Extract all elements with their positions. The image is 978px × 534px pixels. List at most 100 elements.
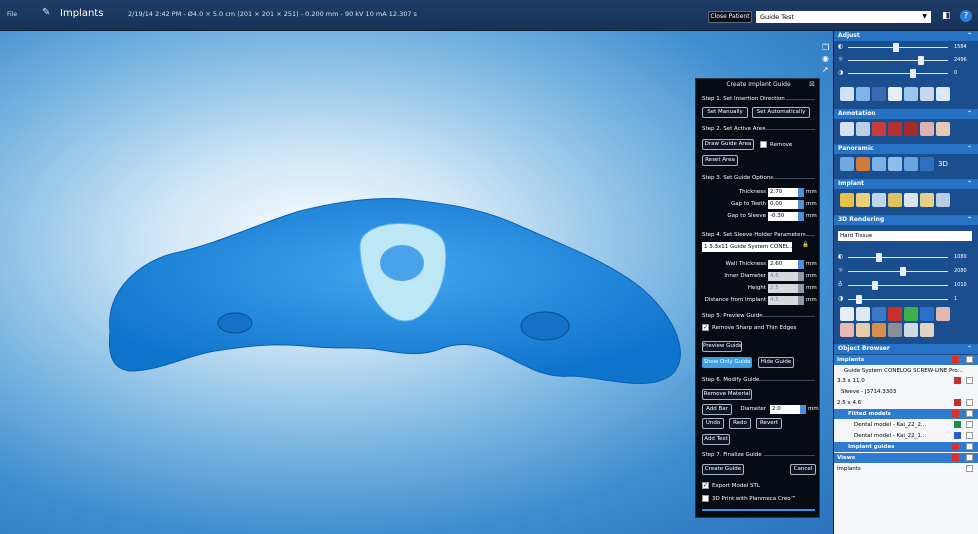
list-item[interactable]: 3.3 x 11.0 bbox=[834, 376, 978, 386]
height-spinner[interactable] bbox=[798, 284, 804, 293]
gap-to-teeth-input[interactable]: 0.00 bbox=[768, 200, 798, 209]
wall-thickness-input[interactable]: 2.60 bbox=[768, 260, 798, 269]
add-text-button[interactable]: Add Text bbox=[702, 434, 730, 445]
group-checkbox[interactable] bbox=[966, 356, 973, 363]
color-swatch[interactable] bbox=[954, 421, 961, 428]
measure-line-icon[interactable] bbox=[840, 122, 854, 136]
slider-knob[interactable] bbox=[893, 43, 899, 52]
curve-slice-icon[interactable] bbox=[904, 157, 918, 171]
item-checkbox[interactable] bbox=[966, 399, 973, 406]
slider-knob[interactable] bbox=[872, 281, 878, 290]
zoom-icon[interactable] bbox=[840, 87, 854, 101]
render-box-icon[interactable] bbox=[840, 323, 854, 337]
image-icon[interactable] bbox=[888, 87, 902, 101]
render-clip-icon[interactable] bbox=[872, 307, 886, 321]
close-icon[interactable]: ⊠ bbox=[809, 80, 815, 88]
slider-knob[interactable] bbox=[876, 253, 882, 262]
implant-item[interactable]: Guide System CONELOG SCREW-LINE Pro... bbox=[834, 366, 978, 376]
curve-edit-icon[interactable] bbox=[856, 157, 870, 171]
help-icon[interactable]: ? bbox=[960, 10, 972, 22]
inner-diameter-input[interactable]: 4.6 bbox=[768, 272, 798, 281]
delete-icon[interactable] bbox=[952, 454, 959, 461]
color-swatch[interactable] bbox=[954, 377, 961, 384]
3d-rendering-header[interactable]: 3D Rendering ⌃ bbox=[834, 215, 978, 225]
render-slider-2[interactable] bbox=[848, 267, 948, 276]
revert-button[interactable]: Revert bbox=[756, 418, 782, 429]
file-menu[interactable]: File bbox=[7, 11, 17, 18]
curve-offset-icon[interactable] bbox=[888, 157, 902, 171]
implant-align-icon[interactable] bbox=[856, 193, 870, 207]
print-3d-checkbox[interactable] bbox=[702, 495, 709, 502]
gap-to-sleeve-spinner[interactable] bbox=[798, 212, 804, 221]
color-swatch[interactable] bbox=[954, 399, 961, 406]
delete-icon[interactable] bbox=[952, 443, 959, 450]
implant-header[interactable]: Implant ⌃ bbox=[834, 179, 978, 189]
area-icon[interactable] bbox=[872, 122, 886, 136]
render-slider-3[interactable] bbox=[848, 281, 948, 290]
grid-icon[interactable] bbox=[920, 157, 934, 171]
gap-to-teeth-spinner[interactable] bbox=[798, 200, 804, 209]
remove-material-button[interactable]: Remove Material bbox=[702, 389, 752, 400]
distance-input[interactable]: 4.5 bbox=[768, 296, 798, 305]
curve-icon[interactable] bbox=[840, 157, 854, 171]
slider-knob[interactable] bbox=[900, 267, 906, 276]
layout-icon[interactable]: ◧ bbox=[942, 11, 953, 22]
diameter-spinner[interactable] bbox=[800, 405, 806, 414]
fitted-models-group-header[interactable]: Fitted models bbox=[834, 409, 978, 419]
close-patient-button[interactable]: Close Patient bbox=[708, 11, 752, 23]
slider-contrast[interactable] bbox=[848, 43, 948, 52]
angle-icon[interactable] bbox=[856, 122, 870, 136]
render-skull-icon[interactable] bbox=[856, 323, 870, 337]
render-light-icon[interactable] bbox=[856, 307, 870, 321]
thickness-input[interactable]: 2.70 bbox=[768, 188, 798, 197]
add-bar-button[interactable]: Add Bar bbox=[702, 404, 732, 415]
render-slider-1[interactable] bbox=[848, 253, 948, 262]
lock-icon[interactable]: 🔒 bbox=[802, 242, 809, 248]
show-only-guide-button[interactable]: Show Only Guide bbox=[702, 357, 752, 368]
render-image-icon[interactable] bbox=[840, 307, 854, 321]
nerve-icon[interactable] bbox=[936, 122, 950, 136]
wall-thickness-spinner[interactable] bbox=[798, 260, 804, 269]
marker-icon[interactable] bbox=[888, 122, 902, 136]
set-manually-button[interactable]: Set Manually bbox=[702, 107, 748, 118]
slider-knob[interactable] bbox=[910, 69, 916, 78]
render-slider-4[interactable] bbox=[848, 295, 948, 304]
sleeve-item[interactable]: Sleeve - J3714.3303 bbox=[834, 387, 978, 397]
render-pen-icon[interactable] bbox=[904, 323, 918, 337]
gap-to-sleeve-input[interactable]: -0.30 bbox=[768, 212, 798, 221]
slider-knob[interactable] bbox=[918, 56, 924, 65]
group-checkbox[interactable] bbox=[966, 410, 973, 417]
wrench-icon[interactable]: ✎ bbox=[42, 7, 54, 19]
panoramic-header[interactable]: Panoramic ⌃ bbox=[834, 144, 978, 154]
render-head-icon[interactable] bbox=[920, 323, 934, 337]
slider-gamma[interactable] bbox=[848, 69, 948, 78]
measure-icon[interactable]: ➚ bbox=[822, 65, 829, 74]
adjust-header[interactable]: Adjust ⌃ bbox=[834, 31, 978, 41]
render-blue-icon[interactable] bbox=[920, 307, 934, 321]
skull-icon[interactable] bbox=[920, 87, 934, 101]
redo-button[interactable]: Redo bbox=[729, 418, 751, 429]
item-checkbox[interactable] bbox=[966, 421, 973, 428]
ruler-icon[interactable] bbox=[872, 87, 886, 101]
list-item[interactable]: 2.5 x 4.6 bbox=[834, 398, 978, 408]
delete-icon[interactable] bbox=[952, 356, 959, 363]
implant-guides-group-header[interactable]: Implant guides bbox=[834, 442, 978, 452]
render-green-icon[interactable] bbox=[904, 307, 918, 321]
window-icon[interactable]: ❐ bbox=[822, 43, 829, 52]
sleeve-system-select[interactable]: 1 3.3x11 Guide System CONEL... bbox=[702, 242, 792, 252]
cancel-button[interactable]: Cancel bbox=[790, 464, 816, 475]
preview-guide-button[interactable]: Preview Guide bbox=[702, 341, 742, 352]
render-face-icon[interactable] bbox=[872, 323, 886, 337]
3d-button[interactable]: 3D bbox=[936, 157, 950, 171]
set-automatically-button[interactable]: Set Automatically bbox=[752, 107, 810, 118]
note-icon[interactable] bbox=[904, 122, 918, 136]
tooth-icon[interactable] bbox=[936, 87, 950, 101]
create-guide-button[interactable]: Create Guide bbox=[702, 464, 744, 475]
thickness-spinner[interactable] bbox=[798, 188, 804, 197]
reset-area-button[interactable]: Reset Area bbox=[702, 155, 738, 166]
height-input[interactable]: 2.5 bbox=[768, 284, 798, 293]
render-mode-select[interactable]: Hard Tissue bbox=[838, 231, 972, 241]
color-swatch[interactable] bbox=[954, 432, 961, 439]
implant-add-icon[interactable] bbox=[840, 193, 854, 207]
distance-spinner[interactable] bbox=[798, 296, 804, 305]
